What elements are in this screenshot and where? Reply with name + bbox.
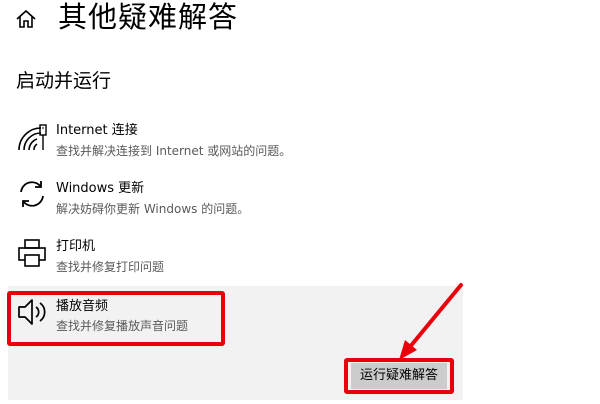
- item-name: Internet 连接: [56, 123, 138, 138]
- item-name: 播放音频: [56, 299, 109, 314]
- speaker-icon: [16, 296, 48, 328]
- item-name: Windows 更新: [56, 181, 145, 196]
- troubleshooter-windows-update[interactable]: Windows 更新 解决妨碍你更新 Windows 的问题。: [8, 176, 463, 226]
- refresh-icon: [16, 178, 48, 210]
- item-description: 查找并修复打印问题: [56, 260, 165, 274]
- page-header: 其他疑难解答: [0, 0, 600, 40]
- home-icon[interactable]: [14, 9, 38, 29]
- item-description: 查找并修复播放声音问题: [56, 319, 189, 333]
- printer-icon: [16, 237, 48, 269]
- section-title: 启动并运行: [16, 70, 112, 92]
- item-description: 解决妨碍你更新 Windows 的问题。: [56, 202, 250, 216]
- item-description: 查找并解决连接到 Internet 或网站的问题。: [56, 144, 292, 158]
- troubleshooter-internet[interactable]: Internet 连接 查找并解决连接到 Internet 或网站的问题。: [8, 118, 463, 168]
- run-troubleshooter-button[interactable]: 运行疑难解答: [351, 363, 447, 389]
- troubleshooter-printer[interactable]: 打印机 查找并修复打印问题: [8, 234, 463, 284]
- wifi-network-icon: [16, 122, 48, 154]
- item-name: 打印机: [56, 239, 96, 254]
- page-title: 其他疑难解答: [58, 0, 239, 34]
